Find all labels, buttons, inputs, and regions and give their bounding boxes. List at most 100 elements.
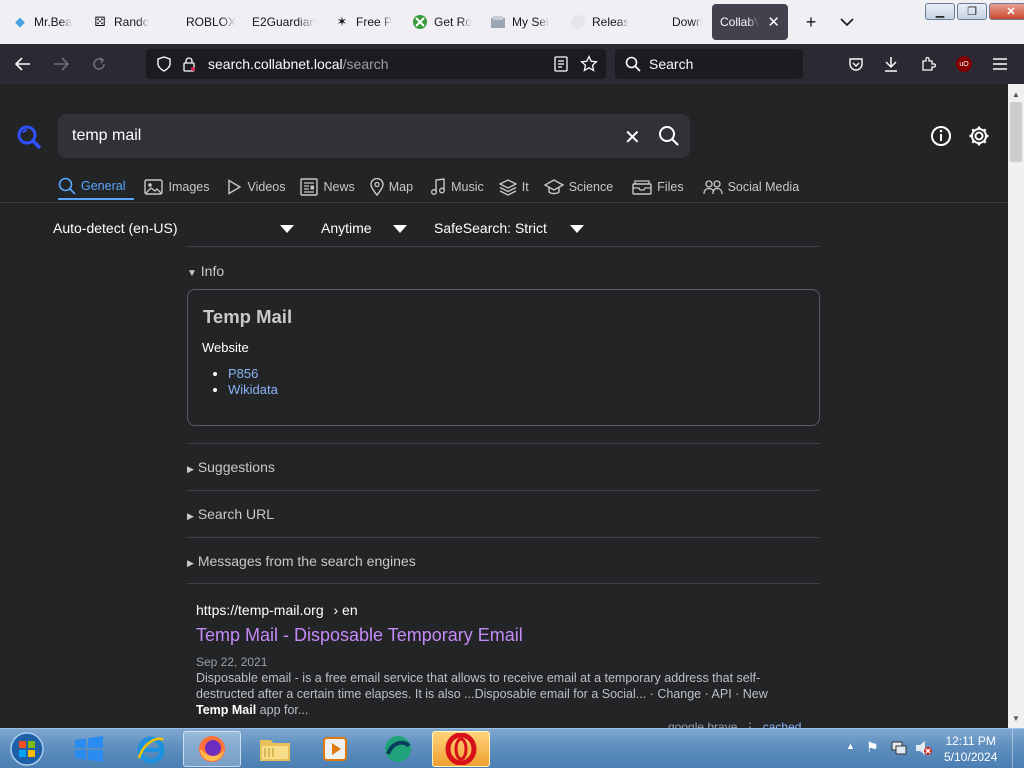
url-text[interactable]: search.collabnet.local/search <box>208 56 389 72</box>
language-dropdown-icon[interactable] <box>280 225 294 233</box>
safesearch-select[interactable]: SafeSearch: Strict <box>434 220 547 236</box>
tab-collabvm[interactable]: CollabV ✕ <box>712 4 788 40</box>
downloads-button[interactable] <box>876 49 906 79</box>
tab-news[interactable]: News <box>300 174 363 200</box>
tab-images[interactable]: Images <box>144 174 218 200</box>
tab-download[interactable]: Downl <box>654 4 710 40</box>
suggestions-summary[interactable]: ▶ Suggestions <box>187 459 275 475</box>
system-clock[interactable]: 12:11 PM 5/10/2024 <box>944 733 997 765</box>
result-title-link[interactable]: Temp Mail - Disposable Temporary Email <box>196 625 816 646</box>
tab-roblox[interactable]: ROBLOX G <box>164 4 244 40</box>
bookmark-star-icon[interactable] <box>580 55 598 73</box>
divider <box>187 443 820 444</box>
tab-music[interactable]: Music <box>430 174 493 200</box>
tab-mrbeast[interactable]: ◆ Mr.Bea <box>4 4 84 40</box>
clear-search-icon[interactable]: ✕ <box>624 125 641 150</box>
searxng-logo-icon[interactable] <box>16 124 42 150</box>
minimize-button[interactable]: ▁ <box>925 3 955 20</box>
screen: ◆ Mr.Bea ⚄ Rando ROBLOX G E2Guardian ✶ F… <box>0 0 1024 768</box>
xbox-icon <box>412 14 428 30</box>
tab-social-media[interactable]: Social Media <box>702 174 809 200</box>
pocket-button[interactable] <box>841 49 871 79</box>
gear-icon[interactable] <box>967 124 991 148</box>
show-hidden-icons-icon[interactable]: ▲ <box>846 741 855 751</box>
taskbar-firefox[interactable] <box>183 731 241 767</box>
taskbar-windows-logo[interactable] <box>60 731 118 767</box>
tab-random[interactable]: ⚄ Rando <box>84 4 164 40</box>
hamburger-menu-icon <box>993 58 1007 70</box>
tab-general[interactable]: General <box>58 174 135 200</box>
time-range-select[interactable]: Anytime <box>321 220 372 236</box>
time-range-dropdown-icon[interactable] <box>393 225 407 233</box>
page-scrollbar[interactable]: ▲ ▼ <box>1008 84 1024 728</box>
show-desktop-button[interactable] <box>1012 729 1024 768</box>
tab-my-set[interactable]: My Set <box>482 4 562 40</box>
result-url[interactable]: https://temp-mail.org › en <box>196 602 816 618</box>
search-submit-icon[interactable] <box>658 125 680 147</box>
ublock-origin-button[interactable]: uO <box>949 49 979 79</box>
tab-freep[interactable]: ✶ Free P <box>326 4 404 40</box>
shield-icon[interactable] <box>156 56 172 72</box>
app-menu-button[interactable] <box>985 49 1015 79</box>
search-icon <box>58 177 76 195</box>
tab-strip: ◆ Mr.Bea ⚄ Rando ROBLOX G E2Guardian ✶ F… <box>0 0 1024 44</box>
category-tabs: General Images Videos News Map Music It … <box>58 174 808 202</box>
tab-it[interactable]: It <box>498 174 538 200</box>
reader-view-icon[interactable] <box>554 56 568 72</box>
taskbar-file-explorer[interactable] <box>246 731 304 767</box>
scrollbar-thumb[interactable] <box>1010 102 1022 162</box>
back-arrow-icon <box>15 57 30 71</box>
extensions-button[interactable] <box>913 49 943 79</box>
scroll-up-icon[interactable]: ▲ <box>1008 86 1024 102</box>
close-tab-icon[interactable]: ✕ <box>767 13 780 31</box>
tab-videos[interactable]: Videos <box>226 174 294 200</box>
collab-app-icon <box>385 736 411 762</box>
safesearch-dropdown-icon[interactable] <box>570 225 584 233</box>
infobox-link-p856[interactable]: P856 <box>228 366 258 381</box>
tab-releases[interactable]: Releas <box>562 4 654 40</box>
list-all-tabs-button[interactable] <box>832 7 862 37</box>
maximize-button[interactable]: ❐ <box>957 3 987 20</box>
engine-messages-summary[interactable]: ▶ Messages from the search engines <box>187 553 416 569</box>
taskbar-media-player[interactable] <box>306 731 364 767</box>
infobox-link-wikidata[interactable]: Wikidata <box>228 382 278 397</box>
forward-button[interactable] <box>46 49 76 79</box>
search-url-summary[interactable]: ▶ Search URL <box>187 506 274 522</box>
taskbar-internet-explorer[interactable] <box>122 731 180 767</box>
taskbar-collab-app[interactable] <box>369 731 427 767</box>
close-window-button[interactable]: ✕ <box>989 3 1024 20</box>
search-query-input[interactable]: temp mail <box>72 127 141 145</box>
info-summary[interactable]: ▼ Info <box>187 263 224 279</box>
back-button[interactable] <box>8 49 38 79</box>
tab-e2guardian[interactable]: E2Guardian <box>244 4 326 40</box>
folder-icon <box>260 740 290 761</box>
search-box[interactable]: temp mail ✕ <box>58 114 690 158</box>
scroll-down-icon[interactable]: ▼ <box>1008 710 1024 726</box>
new-tab-button[interactable]: + <box>796 7 826 37</box>
start-button[interactable] <box>0 731 54 767</box>
windows-logo-icon <box>75 736 103 762</box>
list-item: Wikidata <box>228 382 278 398</box>
category-divider <box>0 202 1008 203</box>
collapsed-triangle-icon: ▶ <box>187 464 194 474</box>
collapsed-triangle-icon: ▶ <box>187 511 194 521</box>
network-icon[interactable] <box>891 740 907 756</box>
tab-get-ro[interactable]: Get Ro <box>404 4 482 40</box>
tab-map[interactable]: Map <box>370 174 422 200</box>
tab-science[interactable]: Science <box>543 174 622 200</box>
action-center-flag-icon[interactable]: ⚑ <box>866 739 879 756</box>
info-icon[interactable] <box>929 124 953 148</box>
tab-files[interactable]: Files <box>632 174 692 200</box>
cached-link[interactable]: cached <box>763 720 802 728</box>
divider <box>187 537 820 538</box>
lock-icon[interactable] <box>182 56 196 72</box>
url-bar[interactable]: search.collabnet.local/search <box>146 49 606 79</box>
taskbar-opera[interactable] <box>432 731 490 767</box>
reload-button[interactable] <box>84 49 114 79</box>
web-search-bar[interactable]: Search <box>615 49 803 79</box>
language-select[interactable]: Auto-detect (en-US) <box>53 220 178 236</box>
opera-icon <box>445 733 477 765</box>
people-icon <box>702 180 723 195</box>
firefox-icon <box>199 736 225 762</box>
volume-muted-icon[interactable] <box>915 740 933 756</box>
